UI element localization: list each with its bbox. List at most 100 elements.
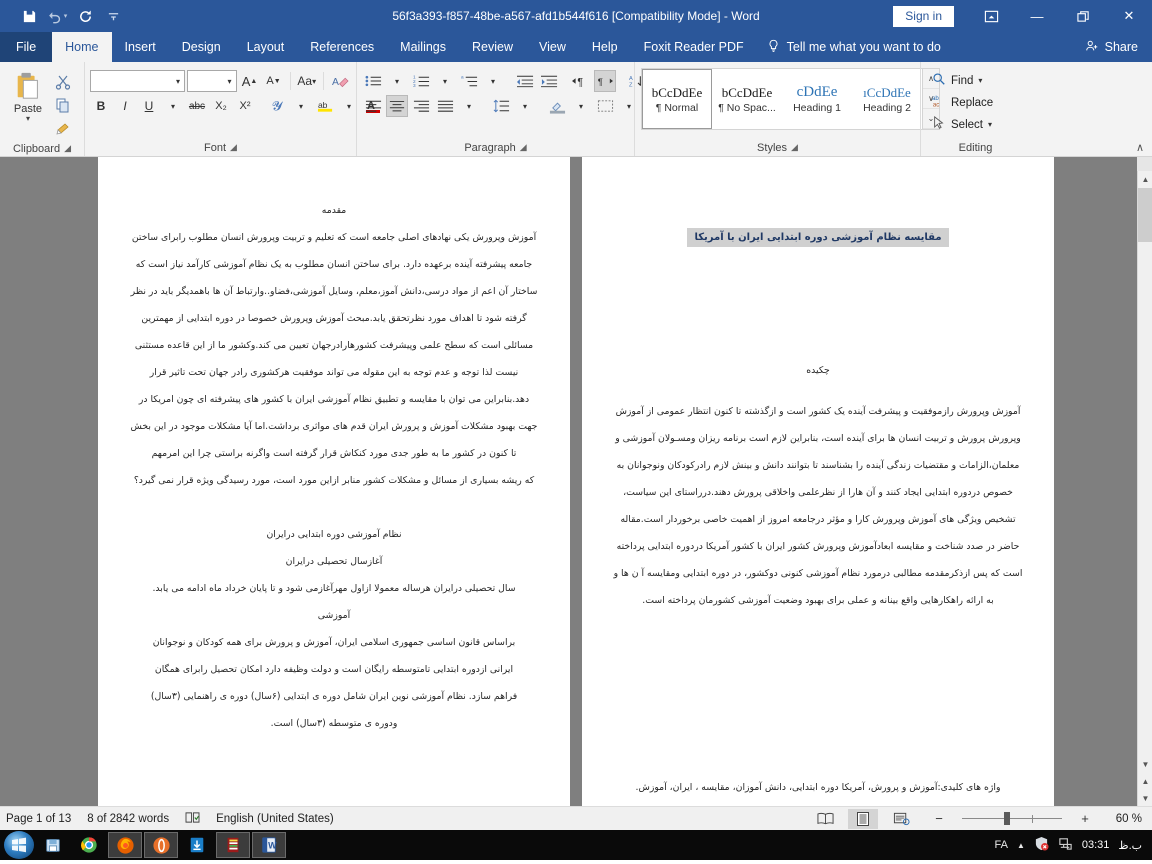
underline-dropdown-icon[interactable]: ▾ — [162, 95, 184, 117]
find-button[interactable]: Find ▾ — [932, 70, 993, 91]
line-spacing-icon[interactable] — [490, 95, 512, 117]
clipboard-dialog-launcher[interactable]: ◢ — [64, 143, 71, 154]
font-name-input[interactable]: ▾ — [90, 70, 186, 92]
left-to-right-text-direction-button[interactable]: ¶ — [570, 70, 592, 92]
zoom-slider-thumb[interactable] — [1004, 812, 1010, 825]
previous-page-icon[interactable]: ▲ — [1138, 773, 1152, 789]
taskbar-chrome-icon[interactable] — [72, 832, 106, 858]
view-web-layout-button[interactable] — [886, 809, 916, 829]
tab-mailings[interactable]: Mailings — [387, 32, 459, 62]
split-window-handle[interactable] — [1137, 157, 1152, 171]
multilevel-dropdown-icon[interactable]: ▾ — [482, 70, 504, 92]
underline-button[interactable]: U — [138, 95, 160, 117]
paste-dropdown-icon[interactable]: ▾ — [26, 115, 30, 123]
grow-font-button[interactable]: A ▲ — [239, 70, 261, 92]
taskbar-explorer-icon[interactable] — [36, 832, 70, 858]
collapse-ribbon-icon[interactable]: ∧ — [1136, 141, 1144, 154]
tray-clock[interactable]: 03:31 — [1082, 839, 1110, 851]
font-name-chevron-down-icon[interactable]: ▾ — [176, 77, 180, 86]
tray-security-icon[interactable] — [1034, 836, 1049, 854]
tab-review[interactable]: Review — [459, 32, 526, 62]
text-effects-dropdown-icon[interactable]: ▾ — [290, 95, 312, 117]
multilevel-list-icon[interactable]: a — [458, 70, 480, 92]
bullets-icon[interactable] — [362, 70, 384, 92]
tab-view[interactable]: View — [526, 32, 579, 62]
shading-icon[interactable] — [546, 95, 568, 117]
numbering-icon[interactable]: 123 — [410, 70, 432, 92]
align-right-button[interactable] — [410, 95, 432, 117]
proofing-errors-icon[interactable] — [185, 811, 200, 827]
align-left-button[interactable] — [362, 95, 384, 117]
decrease-indent-icon[interactable] — [514, 70, 536, 92]
shading-dropdown-icon[interactable]: ▾ — [570, 95, 592, 117]
taskbar-firefox-icon[interactable] — [108, 832, 142, 858]
redo-icon[interactable] — [72, 4, 98, 28]
text-highlight-color-icon[interactable]: ab — [314, 95, 336, 117]
strikethrough-button[interactable]: abc — [186, 95, 208, 117]
subscript-button[interactable]: X₂ — [210, 95, 232, 117]
minimize-button[interactable]: — — [1014, 0, 1060, 32]
font-size-chevron-down-icon[interactable]: ▾ — [228, 77, 232, 86]
page-number-status[interactable]: Page 1 of 13 — [6, 813, 71, 825]
start-button[interactable] — [4, 831, 34, 859]
right-to-left-text-direction-button[interactable]: ¶ — [594, 70, 616, 92]
share-button[interactable]: Share — [1085, 32, 1152, 62]
shrink-font-button[interactable]: A ▼ — [263, 70, 285, 92]
bullets-dropdown-icon[interactable]: ▾ — [386, 70, 408, 92]
document-canvas[interactable]: مقدمه آموزش وپرورش یکی نهادهای اصلی جامع… — [0, 157, 1152, 806]
tab-insert[interactable]: Insert — [112, 32, 169, 62]
word-count-status[interactable]: 8 of 2842 words — [87, 813, 169, 825]
restore-button[interactable] — [1060, 0, 1106, 32]
taskbar-opera-icon[interactable] — [144, 832, 178, 858]
select-dropdown-icon[interactable]: ▾ — [988, 120, 992, 129]
tell-me-search[interactable]: Tell me what you want to do — [757, 32, 941, 62]
tab-help[interactable]: Help — [579, 32, 631, 62]
taskbar-word-icon[interactable]: W — [252, 832, 286, 858]
tray-network-icon[interactable] — [1058, 836, 1073, 854]
tab-layout[interactable]: Layout — [234, 32, 298, 62]
italic-button[interactable]: I — [114, 95, 136, 117]
customize-quick-access-icon[interactable] — [100, 4, 126, 28]
zoom-out-button[interactable]: − — [924, 809, 954, 829]
scroll-down-icon[interactable]: ▼ — [1138, 756, 1152, 772]
close-button[interactable]: ✕ — [1106, 0, 1152, 32]
styles-dialog-launcher[interactable]: ◢ — [791, 142, 798, 153]
font-dialog-launcher[interactable]: ◢ — [230, 142, 237, 153]
zoom-level-label[interactable]: 60 % — [1108, 813, 1146, 825]
justify-dropdown-icon[interactable]: ▾ — [458, 95, 480, 117]
format-painter-icon[interactable] — [51, 117, 75, 139]
cut-icon[interactable] — [51, 71, 75, 93]
clear-formatting-icon[interactable]: A — [329, 70, 351, 92]
document-page-left[interactable]: مقدمه آموزش وپرورش یکی نهادهای اصلی جامع… — [98, 157, 570, 806]
save-icon[interactable] — [16, 4, 42, 28]
paste-button[interactable]: Paste ▾ — [5, 68, 51, 139]
undo-icon[interactable]: ▾ — [44, 4, 70, 28]
show-hidden-icons-icon[interactable]: ▲ — [1017, 841, 1025, 850]
borders-icon[interactable] — [594, 95, 616, 117]
align-center-button[interactable] — [386, 95, 408, 117]
tab-file[interactable]: File — [0, 32, 53, 62]
find-dropdown-icon[interactable]: ▾ — [978, 76, 982, 85]
change-case-button[interactable]: Aa ▾ — [296, 70, 319, 92]
taskbar-foxit-icon[interactable] — [180, 832, 214, 858]
tab-references[interactable]: References — [297, 32, 387, 62]
sign-in-button[interactable]: Sign in — [893, 5, 954, 27]
style-heading-2[interactable]: ıCcDdEe Heading 2 — [852, 69, 922, 129]
zoom-slider[interactable] — [962, 809, 1062, 829]
tray-language-indicator[interactable]: FA — [995, 839, 1008, 851]
ribbon-display-options-icon[interactable] — [968, 0, 1014, 32]
style-normal[interactable]: bCcDdEe ¶ Normal — [642, 69, 712, 129]
copy-icon[interactable] — [51, 94, 75, 116]
taskbar-dictionary-icon[interactable] — [216, 832, 250, 858]
language-status[interactable]: English (United States) — [216, 813, 334, 825]
paragraph-dialog-launcher[interactable]: ◢ — [520, 142, 527, 153]
superscript-button[interactable]: X² — [234, 95, 256, 117]
tab-foxit-reader-pdf[interactable]: Foxit Reader PDF — [631, 32, 757, 62]
font-size-input[interactable]: ▾ — [187, 70, 237, 92]
view-read-mode-button[interactable] — [810, 809, 840, 829]
scroll-up-icon[interactable]: ▲ — [1138, 171, 1152, 187]
text-effects-icon[interactable]: 𝓨 — [266, 95, 288, 117]
vertical-scrollbar[interactable]: ▲ ▼ ▲ ▼ — [1137, 157, 1152, 806]
tab-design[interactable]: Design — [169, 32, 234, 62]
select-button[interactable]: Select ▾ — [932, 114, 993, 135]
